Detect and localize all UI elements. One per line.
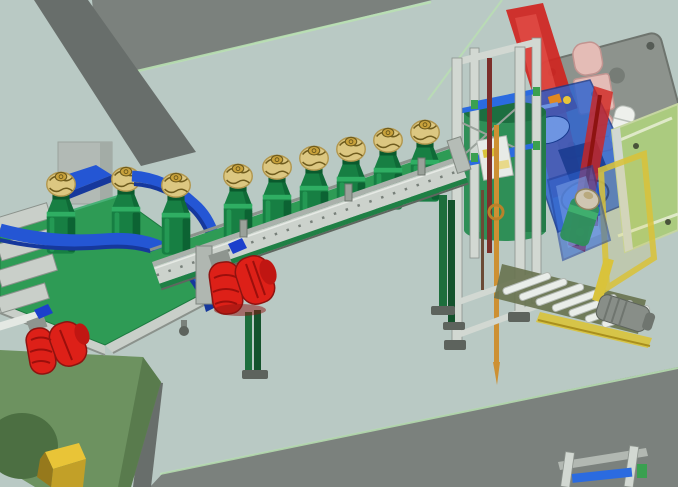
- bottle: [162, 173, 191, 254]
- rail-bracket: [240, 220, 247, 237]
- frame-foot: [444, 340, 466, 350]
- assembly-line-scene: [0, 0, 678, 487]
- frame-foot: [508, 312, 530, 322]
- rail-bracket: [345, 184, 352, 201]
- machine-base-platform: [0, 350, 161, 487]
- cad-viewport-3d[interactable]: [0, 0, 678, 487]
- rail-bracket: [418, 158, 425, 175]
- leveling-foot: [179, 326, 189, 336]
